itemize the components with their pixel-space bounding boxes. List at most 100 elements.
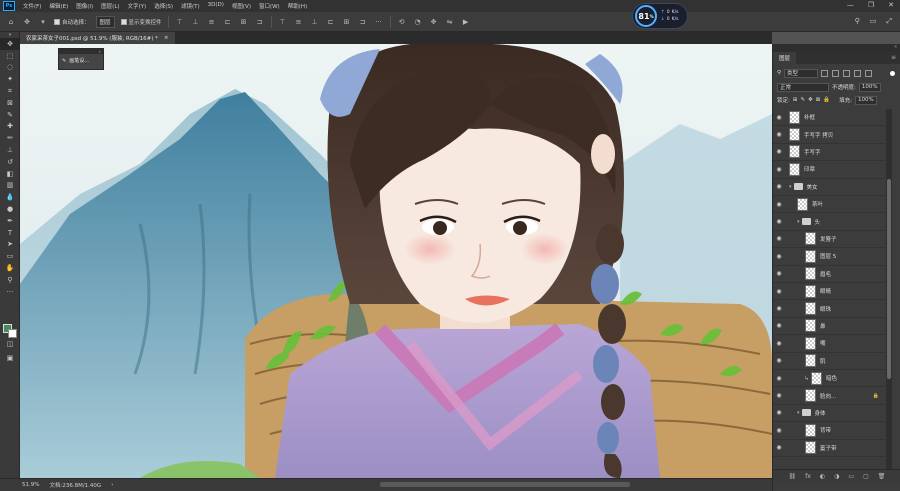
crop-tool-icon[interactable]: ⌗ xyxy=(0,85,20,97)
horizontal-scrollbar[interactable] xyxy=(380,482,630,487)
menu-item[interactable]: 滤镜(T) xyxy=(177,2,204,10)
visibility-eye-icon[interactable]: ◉ xyxy=(773,270,785,277)
visibility-eye-icon[interactable]: ◉ xyxy=(773,166,785,173)
adjustment-layer-icon[interactable]: ◑ xyxy=(834,473,839,480)
layer-thumbnail[interactable] xyxy=(789,162,800,176)
menu-item[interactable]: 视图(V) xyxy=(228,2,255,10)
layer-name[interactable]: 嘴 xyxy=(820,339,826,347)
layer-name[interactable]: 补框 xyxy=(804,113,815,121)
opacity-field[interactable]: 100% xyxy=(858,82,881,92)
layer-row[interactable]: ◉ 眼珠 xyxy=(773,300,885,318)
visibility-eye-icon[interactable]: ◉ xyxy=(773,131,785,138)
layer-name[interactable]: 脸向... xyxy=(820,392,836,400)
home-icon[interactable]: ⌂ xyxy=(6,17,16,27)
align-middle-icon[interactable]: ⊥ xyxy=(191,17,201,27)
panel-collapse-strip[interactable]: « xyxy=(773,44,900,52)
zoom-tool-icon[interactable]: ⚲ xyxy=(0,274,20,286)
group-expand-icon[interactable]: ▾ xyxy=(797,219,800,225)
magic-wand-tool-icon[interactable]: ✦ xyxy=(0,73,20,85)
history-brush-tool-icon[interactable]: ↺ xyxy=(0,156,20,168)
pen-tool-icon[interactable]: ✒ xyxy=(0,215,20,227)
visibility-eye-icon[interactable]: ◉ xyxy=(773,218,785,225)
layer-row[interactable]: ◉ 茶叶 xyxy=(773,196,885,214)
close-tab-icon[interactable]: × xyxy=(164,35,169,41)
lock-all-icon[interactable]: 🔒 xyxy=(823,97,830,103)
lock-artboard-icon[interactable]: ⊠ xyxy=(816,97,821,103)
3d-pan-icon[interactable]: ✥ xyxy=(429,17,439,27)
show-transform-option[interactable]: 显示变换控件 xyxy=(120,18,162,26)
layer-name[interactable]: 背带 xyxy=(820,426,831,434)
menu-item[interactable]: 图层(L) xyxy=(97,2,123,10)
visibility-eye-icon[interactable]: ◉ xyxy=(773,340,785,347)
filter-pixel-icon[interactable] xyxy=(821,69,829,77)
auto-select-dropdown[interactable]: 图层 xyxy=(95,15,115,28)
layer-row[interactable]: ◉ 手写字 拷贝 xyxy=(773,126,885,144)
visibility-eye-icon[interactable]: ◉ xyxy=(773,409,785,416)
layer-name[interactable]: 暗色 xyxy=(826,374,837,382)
document-tab[interactable]: 农家采茶女子001.psd @ 51.9% (服装, RGB/16#) * × xyxy=(20,32,175,44)
visibility-eye-icon[interactable]: ◉ xyxy=(773,114,785,121)
visibility-eye-icon[interactable]: ◉ xyxy=(773,288,785,295)
eyedropper-tool-icon[interactable]: ✎ xyxy=(0,109,20,121)
search-icon[interactable]: ⚲ xyxy=(855,17,860,26)
more-tools-icon[interactable]: ··· xyxy=(0,286,20,298)
layer-name[interactable]: 印章 xyxy=(804,165,815,173)
layer-name[interactable]: 美女 xyxy=(807,183,818,191)
filter-smart-object-icon[interactable] xyxy=(865,69,873,77)
layer-row[interactable]: ◉ 背带 xyxy=(773,422,885,440)
move-tool-icon[interactable]: ✥ xyxy=(22,17,32,27)
distribute-bottom-icon[interactable]: ⊥ xyxy=(310,17,320,27)
layer-name[interactable]: 茶叶 xyxy=(812,200,823,208)
layer-thumbnail[interactable] xyxy=(805,302,816,316)
layer-thumbnail[interactable] xyxy=(789,145,800,159)
visibility-eye-icon[interactable]: ◉ xyxy=(773,392,785,399)
layer-thumbnail[interactable] xyxy=(805,441,816,455)
align-bottom-icon[interactable]: ≡ xyxy=(207,17,217,27)
lock-transparent-icon[interactable]: ⊞ xyxy=(793,97,798,103)
canvas[interactable] xyxy=(20,44,772,478)
minimize-icon[interactable]: — xyxy=(847,1,854,9)
healing-brush-tool-icon[interactable]: ✚ xyxy=(0,121,20,133)
photoshop-logo-icon[interactable]: Ps xyxy=(3,1,15,11)
scrollbar-thumb[interactable] xyxy=(887,179,891,379)
move-tool-icon[interactable]: ✥ xyxy=(0,38,20,50)
layer-name[interactable]: 眼珠 xyxy=(820,305,831,313)
share-icon[interactable]: ⤢ xyxy=(886,17,892,26)
align-top-icon[interactable]: ⊤ xyxy=(175,17,185,27)
status-arrow-icon[interactable]: › xyxy=(111,482,113,488)
layer-row[interactable]: ◉ 手写字 xyxy=(773,144,885,162)
layer-name[interactable]: 头 xyxy=(815,218,821,226)
layer-thumbnail[interactable] xyxy=(811,371,823,385)
layer-thumbnail[interactable] xyxy=(805,423,816,437)
performance-widget[interactable]: 81% ↑ 0 K/s ↓ 0 K/s xyxy=(632,3,688,29)
brush-tool-icon[interactable]: ✏ xyxy=(0,132,20,144)
filter-toggle[interactable] xyxy=(890,70,895,76)
layer-thumbnail[interactable] xyxy=(805,336,816,350)
fill-field[interactable]: 100% xyxy=(855,95,878,105)
background-color-swatch[interactable] xyxy=(8,329,17,338)
layer-name[interactable]: 手写字 拷贝 xyxy=(804,131,833,139)
layer-name[interactable]: 眼睛 xyxy=(820,287,831,295)
layer-style-icon[interactable]: fx xyxy=(805,473,811,480)
close-icon[interactable]: ✕ xyxy=(888,1,894,9)
collapse-icon[interactable]: « xyxy=(894,44,897,52)
layer-row[interactable]: ◉ 图层 5 xyxy=(773,248,885,266)
layer-thumbnail[interactable] xyxy=(805,389,816,403)
layer-name[interactable]: 手写字 xyxy=(804,148,821,156)
layer-thumbnail[interactable] xyxy=(805,232,816,246)
delete-layer-icon[interactable]: 🗑 xyxy=(878,473,886,480)
menu-item[interactable]: 3D(D) xyxy=(204,2,228,10)
distribute-center-icon[interactable]: ⊞ xyxy=(342,17,352,27)
menu-item[interactable]: 编辑(E) xyxy=(45,2,72,10)
auto-select-checkbox[interactable] xyxy=(54,18,60,25)
blur-tool-icon[interactable]: 💧 xyxy=(0,191,20,203)
layer-thumbnail[interactable] xyxy=(789,110,800,124)
shape-tool-icon[interactable]: ▭ xyxy=(0,250,20,262)
menu-item[interactable]: 文件(F) xyxy=(19,2,45,10)
3d-slide-icon[interactable]: ⇋ xyxy=(445,17,455,27)
screen-mode-icon[interactable]: ▣ xyxy=(0,352,20,364)
blend-mode-dropdown[interactable]: 正常 xyxy=(777,82,829,92)
layer-name[interactable]: 篓子带 xyxy=(820,444,837,452)
layer-row[interactable]: ◉ 嘴 xyxy=(773,335,885,353)
hand-tool-icon[interactable]: ✋ xyxy=(0,262,20,274)
